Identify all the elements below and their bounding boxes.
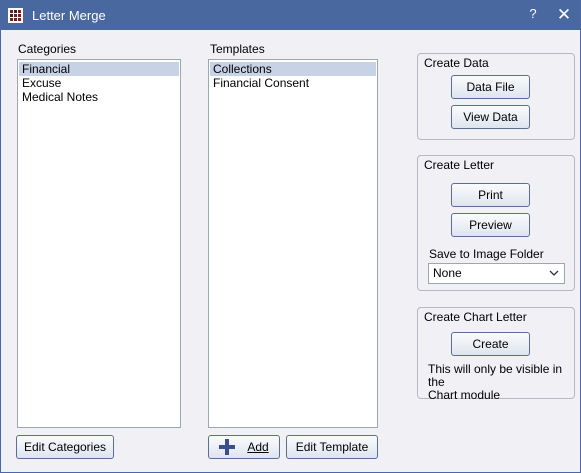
title-bar: Letter Merge ? ✕: [1, 1, 580, 30]
create-data-title: Create Data: [424, 56, 489, 70]
save-to-image-folder-value: None: [433, 266, 462, 280]
view-data-button[interactable]: View Data: [451, 105, 530, 129]
chevron-down-icon: [549, 270, 559, 276]
create-data-group: Create Data Data File View Data: [417, 53, 575, 140]
letter-merge-window: Letter Merge ? ✕ Categories Financial Exc…: [0, 0, 581, 473]
chart-letter-note: This will only be visible in the Chart m…: [428, 363, 574, 402]
window-title: Letter Merge: [32, 8, 106, 23]
create-chart-letter-title: Create Chart Letter: [424, 310, 527, 324]
create-button[interactable]: Create: [451, 332, 530, 356]
list-item[interactable]: Financial: [19, 62, 179, 76]
add-button-label: Add: [247, 440, 269, 454]
edit-template-button[interactable]: Edit Template: [286, 435, 378, 459]
help-icon[interactable]: ?: [525, 6, 541, 24]
preview-button[interactable]: Preview: [451, 213, 530, 237]
list-item[interactable]: Collections: [210, 62, 376, 76]
edit-categories-button[interactable]: Edit Categories: [16, 435, 114, 459]
chart-letter-note-line-2: Chart module: [428, 388, 501, 402]
create-letter-group: Create Letter Print Preview Save to Imag…: [417, 155, 575, 291]
list-item[interactable]: Excuse: [19, 76, 179, 90]
print-button[interactable]: Print: [451, 183, 530, 207]
categories-list[interactable]: Financial Excuse Medical Notes: [17, 59, 181, 428]
list-item[interactable]: Financial Consent: [210, 76, 376, 90]
categories-label: Categories: [18, 42, 77, 56]
close-icon[interactable]: ✕: [553, 4, 575, 26]
list-item[interactable]: Medical Notes: [19, 90, 179, 104]
save-to-image-folder-label: Save to Image Folder: [429, 247, 544, 261]
plus-icon: [219, 439, 236, 455]
save-to-image-folder-select[interactable]: None: [428, 263, 565, 284]
create-chart-letter-group: Create Chart Letter Create This will onl…: [417, 307, 575, 402]
create-letter-title: Create Letter: [424, 158, 495, 172]
templates-list[interactable]: Collections Financial Consent: [208, 59, 378, 428]
templates-label: Templates: [210, 42, 265, 56]
chart-letter-note-line-1: This will only be visible in the: [428, 362, 563, 389]
data-file-button[interactable]: Data File: [451, 75, 530, 99]
add-template-button[interactable]: Add: [208, 435, 280, 459]
app-grid-icon: [8, 8, 23, 23]
